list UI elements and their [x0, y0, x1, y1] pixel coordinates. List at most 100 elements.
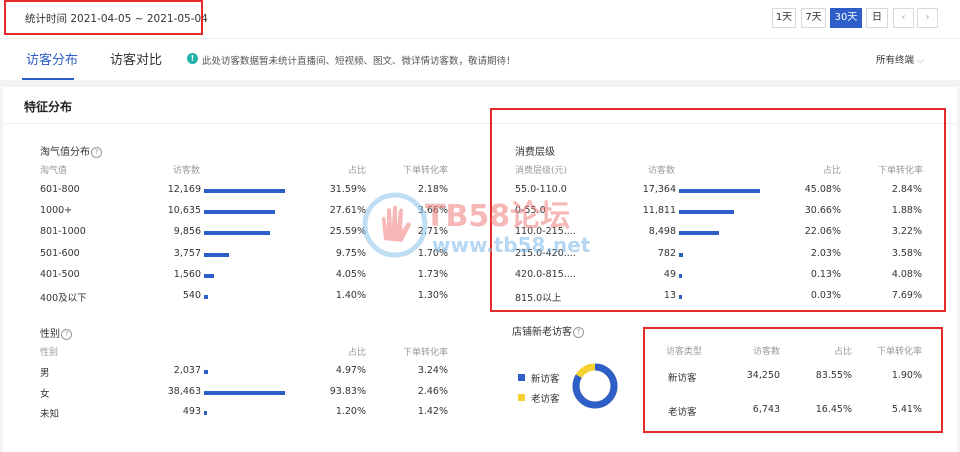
- table-row-pct: 9.75%: [335, 247, 366, 259]
- legend-old-swatch: [518, 394, 525, 401]
- help-icon[interactable]: ?: [573, 326, 584, 338]
- help-icon[interactable]: ?: [91, 146, 102, 158]
- share-bar: [204, 390, 285, 395]
- table-row-label: 801-1000: [40, 226, 86, 238]
- consumption-header-visitors: 访客数: [648, 166, 676, 176]
- table-row-visitors: 8,498: [648, 226, 676, 238]
- taoqi-header-visitors: 访客数: [173, 166, 201, 176]
- table-row-type: 老访客: [668, 407, 697, 418]
- table-row-type: 新访客: [668, 373, 697, 384]
- range-button-day[interactable]: 日: [866, 8, 888, 28]
- consumption-header-label: 消费层级(元): [515, 166, 568, 176]
- range-button-1d[interactable]: 1天: [772, 8, 796, 28]
- shop-header-type: 访客类型: [666, 347, 703, 357]
- share-bar: [679, 210, 735, 215]
- table-row-visitors: 10,635: [167, 205, 201, 217]
- table-row-conv: 1.88%: [891, 205, 922, 217]
- table-row-label: 400及以下: [40, 293, 87, 304]
- share-bar: [679, 295, 682, 299]
- share-bar: [204, 370, 209, 374]
- taoqi-header-pct: 占比: [347, 166, 366, 176]
- gender-header-pct: 占比: [347, 348, 366, 358]
- table-row-label: 815.0以上: [515, 293, 562, 304]
- table-row-pct: 30.66%: [804, 205, 841, 217]
- table-row-conv: 3.58%: [891, 247, 922, 259]
- share-bar: [204, 189, 285, 193]
- table-row-pct: 1.40%: [335, 290, 366, 301]
- taoqi-title-text: 淘气值分布: [40, 147, 90, 158]
- table-row-visitors: 9,856: [173, 226, 201, 238]
- table-row-pct: 0.13%: [810, 268, 841, 280]
- table-row-pct: 16.45%: [815, 404, 852, 415]
- chevron-right-icon: ›: [925, 12, 930, 23]
- share-bar: [204, 411, 207, 415]
- table-row-pct: 2.03%: [810, 247, 841, 259]
- chevron-down-icon: ⌵: [917, 56, 924, 66]
- table-row-visitors: 13: [663, 290, 676, 301]
- table-row-pct: 0.03%: [810, 290, 841, 301]
- table-row-visitors: 493: [182, 406, 201, 417]
- legend-old-label: 老访客: [531, 394, 560, 405]
- table-row-visitors: 34,250: [746, 370, 780, 381]
- share-bar: [679, 252, 683, 257]
- share-bar: [679, 231, 719, 236]
- share-bar: [679, 189, 760, 193]
- range-button-30d[interactable]: 30天: [830, 8, 862, 28]
- legend-new-swatch: [518, 374, 525, 381]
- watermark-logo: [362, 192, 428, 258]
- table-row-visitors: 6,743: [752, 404, 780, 415]
- table-row-label: 未知: [40, 409, 60, 420]
- share-bar: [679, 273, 682, 278]
- table-row-conv: 1.42%: [417, 406, 448, 417]
- annotation-box-date: [4, 0, 203, 35]
- table-row-pct: 93.83%: [329, 385, 366, 397]
- tab-visitor-compare[interactable]: 访客对比: [110, 49, 162, 68]
- terminal-select-label: 所有终端: [876, 55, 915, 66]
- table-row-pct: 27.61%: [329, 205, 366, 217]
- table-row-label: 女: [40, 388, 50, 400]
- range-button-7d[interactable]: 7天: [801, 8, 826, 28]
- table-row-visitors: 49: [663, 268, 676, 280]
- shop-visitors-title: 店铺新老访客?: [512, 323, 584, 338]
- table-row-pct: 45.08%: [804, 184, 841, 195]
- help-icon[interactable]: ?: [61, 328, 72, 340]
- table-row-visitors: 782: [657, 247, 676, 259]
- table-row-visitors: 1,560: [173, 268, 201, 280]
- share-bar: [204, 273, 215, 278]
- share-bar: [204, 252, 229, 257]
- visitor-donut-chart: [572, 363, 618, 409]
- table-row-label: 男: [40, 368, 50, 379]
- shop-header-pct: 占比: [833, 347, 852, 357]
- shop-header-conv: 下单转化率: [876, 347, 922, 357]
- table-row-visitors: 540: [182, 290, 201, 301]
- table-row-pct: 1.20%: [335, 406, 366, 417]
- table-row-conv: 5.41%: [891, 404, 922, 415]
- table-row-visitors: 3,757: [173, 247, 201, 259]
- legend-new-label: 新访客: [531, 374, 560, 385]
- table-row-visitors: 17,364: [642, 184, 676, 195]
- table-row-conv: 7.69%: [891, 290, 922, 301]
- terminal-select[interactable]: 所有终端 ⌵: [876, 52, 924, 66]
- table-row-visitors: 12,169: [167, 184, 201, 195]
- prev-button[interactable]: ‹: [893, 8, 914, 28]
- consumption-title: 消费层级: [515, 147, 555, 158]
- active-tab-underline: [22, 78, 74, 80]
- consumption-header-pct: 占比: [822, 166, 841, 176]
- table-row-conv: 3.24%: [417, 365, 448, 376]
- table-row-conv: 2.84%: [891, 184, 922, 195]
- table-row-label: 501-600: [40, 247, 80, 259]
- taoqi-header-label: 淘气值: [40, 166, 68, 176]
- table-row-conv: 1.90%: [891, 370, 922, 381]
- table-row-pct: 25.59%: [329, 226, 366, 238]
- taoqi-header-conv: 下单转化率: [402, 166, 448, 176]
- notice-text: 此处访客数据暂未统计直播间、短视频、图文、微详情访客数，敬请期待！: [202, 56, 516, 67]
- next-button[interactable]: ›: [917, 8, 938, 28]
- taoqi-title: 淘气值分布?: [40, 143, 102, 158]
- table-row-pct: 83.55%: [815, 370, 852, 381]
- table-row-conv: 1.73%: [417, 268, 448, 280]
- gender-title-text: 性别: [40, 329, 60, 340]
- tab-visitor-distribution[interactable]: 访客分布: [26, 49, 78, 68]
- table-row-label: 420.0-815....: [515, 268, 576, 280]
- table-row-label: 1000+: [40, 205, 73, 217]
- gender-header-label: 性别: [40, 348, 59, 358]
